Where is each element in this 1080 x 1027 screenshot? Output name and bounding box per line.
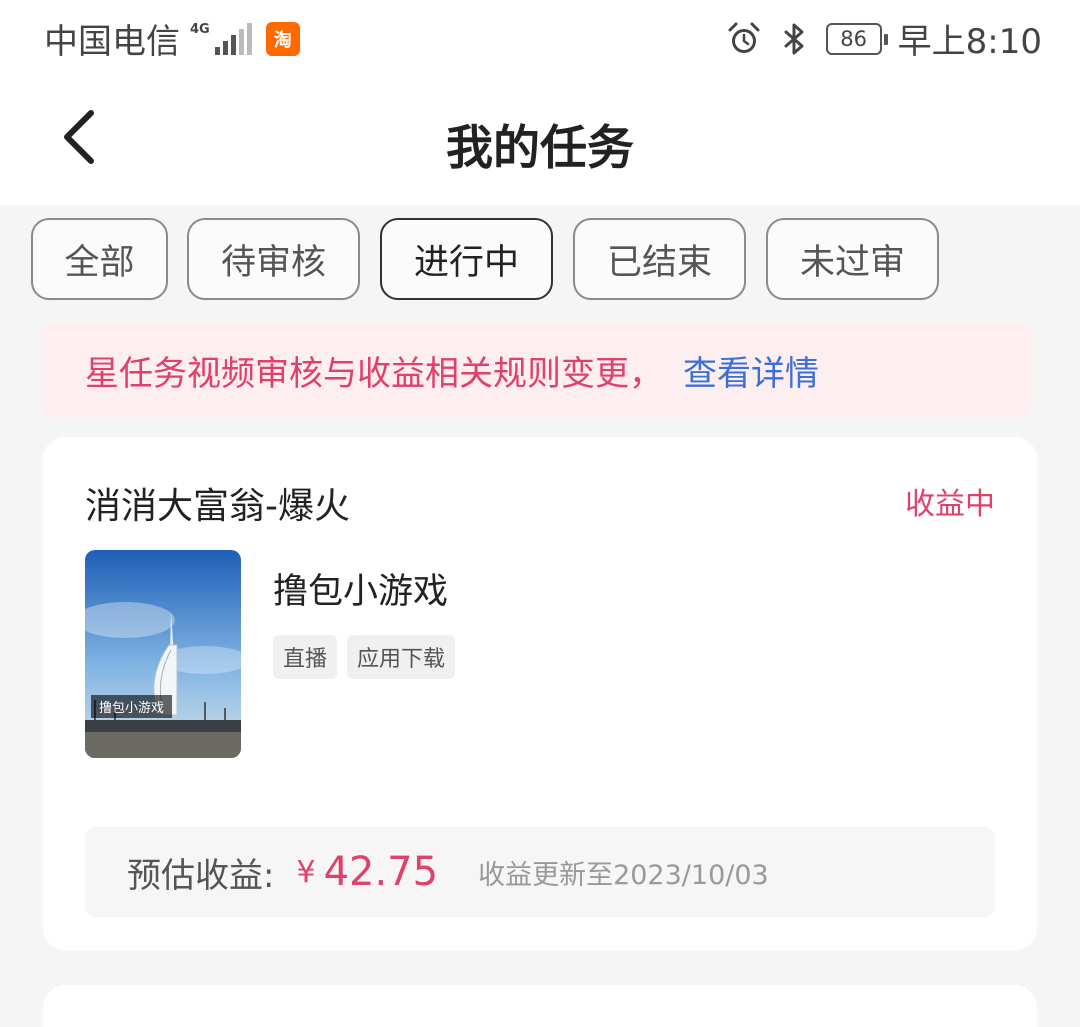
carrier-label: 中国电信 bbox=[44, 22, 180, 62]
page-title: 我的任务 bbox=[446, 121, 634, 176]
view-details-link[interactable]: 查看详情 bbox=[683, 346, 819, 395]
tower-image bbox=[85, 550, 241, 758]
tab-all[interactable]: 全部 bbox=[31, 218, 168, 300]
earnings-box: 预估收益: ¥ 42.75 收益更新至2023/10/03 bbox=[85, 827, 995, 917]
task-status: 收益中 bbox=[905, 487, 995, 522]
task-card[interactable]: 消消大富翁-爆火 收益中 撸包小游戏 撸包小游戏 直播 应用下载 预估收益: ¥… bbox=[43, 437, 1037, 950]
currency-symbol: ¥ bbox=[296, 854, 316, 890]
notice-banner: 星任务视频审核与收益相关规则变更， 查看详情 bbox=[41, 323, 1031, 418]
nav-bar: 我的任务 bbox=[0, 75, 1080, 205]
battery-level: 86 bbox=[840, 26, 867, 51]
notice-text: 星任务视频审核与收益相关规则变更， bbox=[85, 354, 663, 394]
network-type: 4G bbox=[190, 21, 210, 37]
task-title: 消消大富翁-爆火 bbox=[85, 486, 350, 527]
earnings-amount: 42.75 bbox=[323, 849, 439, 895]
thumbnail-caption: 撸包小游戏 bbox=[91, 695, 173, 718]
status-right: 86 早上8:10 bbox=[726, 14, 1042, 63]
battery-icon: 86 bbox=[825, 22, 888, 55]
tag-list: 直播 应用下载 bbox=[273, 635, 465, 679]
bluetooth-icon bbox=[784, 23, 804, 54]
alarm-icon bbox=[728, 22, 760, 53]
game-name: 撸包小游戏 bbox=[273, 572, 449, 612]
signal-icon: 4G bbox=[190, 21, 252, 55]
tab-in-progress[interactable]: 进行中 bbox=[380, 218, 553, 300]
tag-app-download: 应用下载 bbox=[347, 635, 456, 679]
tab-pending-review[interactable]: 待审核 bbox=[187, 218, 360, 300]
tab-rejected[interactable]: 未过审 bbox=[766, 218, 939, 300]
status-left: 中国电信 4G 淘 bbox=[44, 14, 300, 63]
task-thumbnail: 撸包小游戏 bbox=[85, 550, 241, 758]
taobao-app-icon: 淘 bbox=[265, 21, 300, 56]
clock: 早上8:10 bbox=[897, 22, 1042, 62]
top-bar: 中国电信 4G 淘 86 早上8:10 我的任务 bbox=[0, 0, 1080, 205]
earnings-label: 预估收益: bbox=[127, 855, 275, 896]
status-bar: 中国电信 4G 淘 86 早上8:10 bbox=[0, 0, 1080, 75]
task-card[interactable] bbox=[43, 985, 1037, 1027]
tab-ended[interactable]: 已结束 bbox=[573, 218, 746, 300]
earnings-update-date: 收益更新至2023/10/03 bbox=[478, 859, 769, 891]
tag-live: 直播 bbox=[273, 635, 338, 679]
